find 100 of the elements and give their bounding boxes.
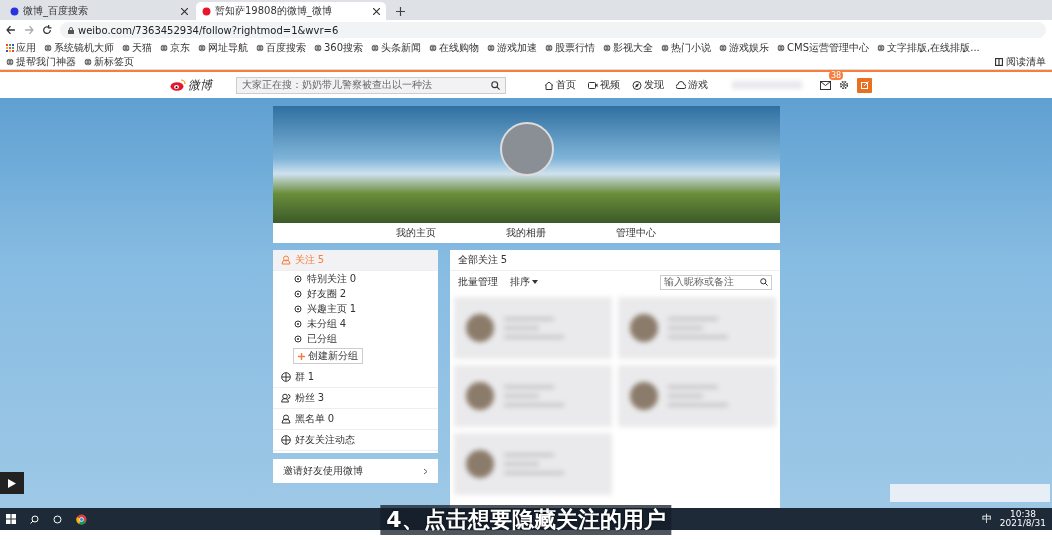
globe-icon <box>44 43 52 52</box>
globe-icon <box>877 43 886 52</box>
radio-dot-icon <box>292 273 303 284</box>
search-field[interactable]: 大家正在搜：奶奶带儿警察被查出以一种法 <box>236 76 506 94</box>
globe-icon <box>371 43 380 52</box>
play-button[interactable] <box>0 472 24 494</box>
bookmark[interactable]: 京东 <box>160 41 190 54</box>
radio-dot-icon <box>292 303 303 314</box>
mail-icon[interactable] <box>820 80 831 90</box>
search-icon[interactable] <box>491 80 500 90</box>
nav-link[interactable]: 首页 <box>544 78 576 92</box>
batch-manage-link[interactable]: 批量管理 <box>457 275 498 289</box>
close-icon[interactable] <box>181 7 188 15</box>
home-icon <box>544 80 554 90</box>
bookmark[interactable]: 在线购物 <box>429 41 480 54</box>
globe-icon <box>661 43 670 52</box>
lock-icon <box>68 26 74 34</box>
play-icon <box>8 478 16 488</box>
sidebar-item[interactable]: 兴趣主页 1 <box>272 301 438 316</box>
browser-tab[interactable]: 暂知萨19808的微博_微博 <box>196 2 386 20</box>
sidebar-item[interactable]: 好友关注动态 <box>272 430 438 451</box>
reading-list-icon <box>995 57 1003 66</box>
new-tab-icon[interactable] <box>396 7 405 16</box>
cloud-icon <box>676 80 686 90</box>
bookmark[interactable]: 头条新闻 <box>371 41 422 54</box>
bookmark[interactable]: 百度搜索 <box>256 41 306 54</box>
sort-dropdown[interactable]: 排序 <box>509 275 538 289</box>
search-icon[interactable] <box>30 514 39 524</box>
globe-icon <box>719 43 728 52</box>
profile-tab[interactable]: 我的相册 <box>506 225 546 240</box>
settings-icon[interactable] <box>839 80 849 90</box>
bookmark[interactable]: 系统镜机大师 <box>44 41 114 54</box>
nav-link[interactable]: 发现 <box>632 78 664 92</box>
avatar-circle[interactable] <box>499 122 554 176</box>
bookmark[interactable]: 360搜索 <box>314 41 364 54</box>
video-icon <box>588 80 598 90</box>
globe-icon <box>6 57 14 66</box>
windows-icon[interactable] <box>6 514 16 524</box>
globe-icon <box>160 43 168 52</box>
globe-icon <box>603 43 612 52</box>
back-icon[interactable] <box>6 25 16 35</box>
radio-dot-icon <box>292 288 303 299</box>
invite-link[interactable]: 邀请好友使用微博 <box>272 459 438 483</box>
panel-title: 全部关注 5 <box>449 250 780 271</box>
radio-dot-icon <box>292 333 303 344</box>
compose-button[interactable] <box>857 77 872 93</box>
create-group-button[interactable]: 创建新分组 <box>292 348 363 364</box>
bookmark[interactable]: 新标签页 <box>84 55 134 68</box>
bookmark[interactable]: 热门小说 <box>661 41 712 54</box>
sidebar-item[interactable]: 已分组 <box>272 331 438 346</box>
pencil-icon <box>860 81 869 89</box>
nav-link[interactable]: 视频 <box>588 78 620 92</box>
bookmark[interactable]: 游戏加速 <box>487 41 538 54</box>
nav-link[interactable]: 游戏 <box>676 78 708 92</box>
bookmark[interactable]: 影视大全 <box>603 41 654 54</box>
profile-tab[interactable]: 管理中心 <box>616 225 656 240</box>
globe-icon <box>314 43 322 52</box>
message-badge: 38 <box>829 70 844 80</box>
bookmark[interactable]: 天猫 <box>122 41 152 54</box>
bookmark[interactable]: 文字排版,在线排版... <box>877 41 980 54</box>
bookmark[interactable]: 应用 <box>6 41 36 54</box>
sidebar-item[interactable]: 粉丝 3 <box>272 388 438 409</box>
globe-icon <box>545 43 554 52</box>
site-icon <box>202 6 211 16</box>
address-bar[interactable]: weibo.com/7363452934/follow?rightmod=1&wvr=6 <box>60 22 1046 38</box>
bookmark[interactable]: 股票行情 <box>545 41 596 54</box>
globe-icon <box>429 43 438 52</box>
person-icon <box>280 414 291 424</box>
globe-icon <box>198 43 206 52</box>
profile-tab[interactable]: 我的主页 <box>396 225 436 240</box>
clock[interactable]: 10:38 2021/8/31 <box>999 509 1046 529</box>
caret-icon <box>531 280 538 284</box>
sidebar-item[interactable]: 好友圈 2 <box>272 286 438 301</box>
browser-icon[interactable] <box>76 513 87 525</box>
sidebar-item[interactable]: 未分组 4 <box>272 316 438 331</box>
globe-icon <box>256 43 264 52</box>
close-icon[interactable] <box>373 7 380 15</box>
reload-icon[interactable] <box>42 25 52 35</box>
sidebar-item[interactable]: 特别关注 0 <box>272 271 438 286</box>
globe-icon <box>280 372 291 382</box>
follow-search-field[interactable]: 输入昵称或备注 <box>659 274 772 290</box>
circle-icon[interactable] <box>53 514 62 524</box>
globe-icon <box>777 43 786 52</box>
radio-dot-icon <box>292 318 303 329</box>
sidebar-item[interactable]: 黑名单 0 <box>272 409 438 430</box>
input-method[interactable]: 中 <box>981 512 992 526</box>
globe-icon <box>487 43 496 52</box>
plus-icon <box>297 352 305 360</box>
globe-icon <box>280 435 291 445</box>
bookmark[interactable]: CMS运营管理中心 <box>777 41 870 54</box>
reading-list[interactable]: 阅读清单 <box>995 55 1046 68</box>
bookmark[interactable]: 提帮我门神器 <box>6 55 76 68</box>
video-caption: 4、点击想要隐藏关注的用户 <box>380 505 672 535</box>
person-icon <box>280 255 291 265</box>
bookmark[interactable]: 游戏娱乐 <box>719 41 770 54</box>
bookmark[interactable]: 网址导航 <box>198 41 248 54</box>
search-icon[interactable] <box>759 278 768 286</box>
chevron-icon <box>422 467 428 475</box>
sidebar-item[interactable]: 群 1 <box>272 367 438 388</box>
weibo-logo[interactable]: 微博 <box>170 76 228 94</box>
